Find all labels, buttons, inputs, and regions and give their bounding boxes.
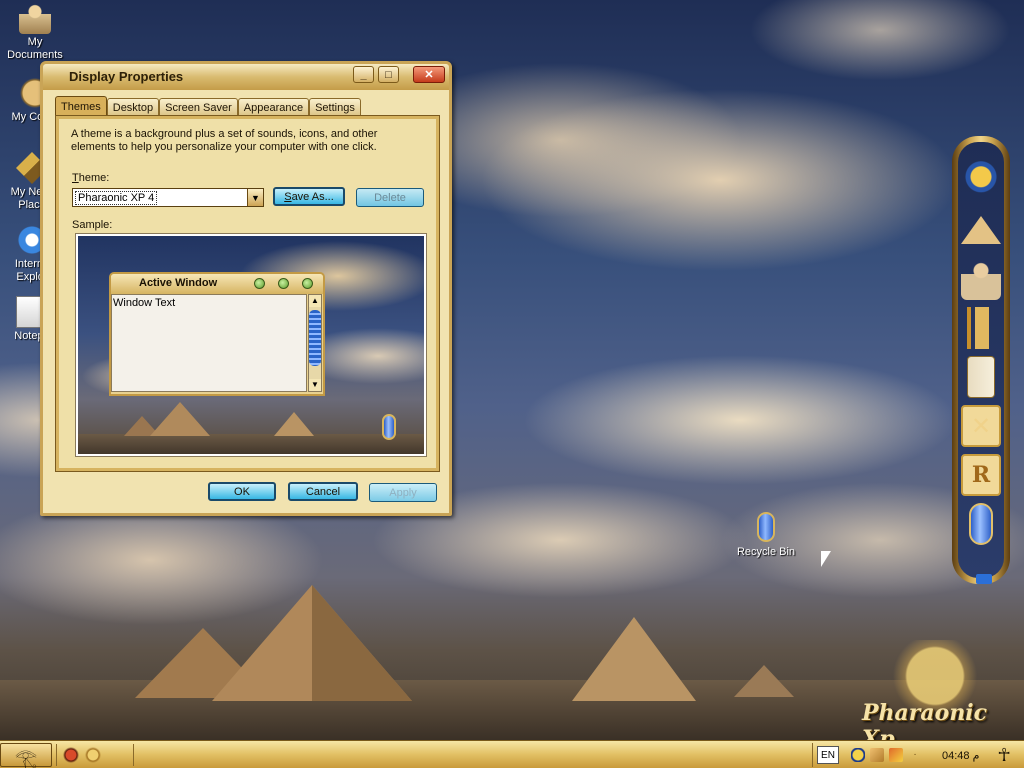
scribe-icon[interactable] bbox=[961, 258, 1001, 300]
sample-maximize-icon bbox=[278, 278, 289, 289]
tab-strip: Themes Desktop Screen Saver Appearance S… bbox=[55, 96, 361, 116]
theme-label: Theme: bbox=[72, 172, 110, 184]
save-as-button[interactable]: Save As... bbox=[273, 187, 345, 206]
display-properties-window: Display Properties _ □ ✕ Themes Desktop … bbox=[40, 61, 452, 516]
media-player-icon[interactable] bbox=[63, 747, 79, 763]
security-shield-icon[interactable] bbox=[851, 748, 865, 762]
start-button[interactable]: 𓂀 bbox=[0, 743, 52, 768]
window-title: Display Properties bbox=[69, 69, 184, 84]
pyramid-small bbox=[734, 665, 794, 697]
language-indicator[interactable]: EN bbox=[817, 746, 839, 764]
sample-window-title: Active Window bbox=[139, 277, 218, 289]
scroll-up-icon: ▲ bbox=[309, 295, 321, 307]
tab-desktop[interactable]: Desktop bbox=[106, 98, 160, 116]
sample-label: Sample: bbox=[72, 219, 113, 231]
desktop-icon-my-documents[interactable]: My Documents bbox=[0, 2, 71, 62]
run-icon[interactable]: R bbox=[961, 454, 1001, 496]
sample-ground bbox=[78, 434, 424, 454]
themes-panel: A theme is a background plus a set of so… bbox=[55, 115, 440, 472]
pyramid-right bbox=[572, 617, 696, 701]
system-tray: EN · 04:48 م ☥ bbox=[812, 743, 1024, 767]
pharaonic-quick-icon[interactable] bbox=[85, 747, 101, 763]
clock[interactable]: 04:48 م bbox=[942, 749, 979, 762]
pyramids-icon[interactable] bbox=[961, 209, 1001, 251]
sample-close-icon bbox=[302, 278, 313, 289]
torch-tray-icon[interactable] bbox=[889, 748, 903, 762]
tab-settings[interactable]: Settings bbox=[309, 98, 361, 116]
themes-description: A theme is a background plus a set of so… bbox=[71, 128, 378, 153]
ankh-icon[interactable]: ☥ bbox=[997, 745, 1010, 766]
tab-themes[interactable]: Themes bbox=[55, 96, 107, 116]
pyramid-great-shadow bbox=[312, 585, 412, 701]
sample-window-text: Window Text bbox=[111, 294, 307, 392]
desktop-icon-recycle-bin[interactable]: Recycle Bin bbox=[730, 512, 802, 558]
cartouche-recycle-bin-icon bbox=[757, 512, 775, 542]
sample-scrollbar: ▲ ▼ bbox=[308, 294, 322, 392]
folder-tray-icon[interactable] bbox=[870, 748, 884, 762]
maximize-button[interactable]: □ bbox=[378, 66, 399, 83]
theme-select-value: Pharaonic XP 4 bbox=[74, 190, 158, 205]
tutankhamun-mask-icon[interactable] bbox=[961, 160, 1001, 202]
quick-launch bbox=[56, 744, 134, 766]
delete-button: Delete bbox=[356, 188, 424, 207]
harp-icon[interactable] bbox=[961, 307, 1001, 349]
sample-active-window: Active Window Window Text ▲ ▼ bbox=[109, 272, 325, 396]
window-titlebar[interactable]: Display Properties _ □ ✕ bbox=[43, 64, 449, 90]
sample-titlebar: Active Window bbox=[111, 274, 323, 294]
tab-appearance[interactable]: Appearance bbox=[237, 98, 310, 116]
apply-button: Apply bbox=[369, 483, 437, 502]
pharaoh-figure-icon bbox=[19, 2, 51, 34]
mouse-cursor-icon bbox=[821, 551, 831, 567]
book-icon[interactable] bbox=[967, 356, 995, 398]
recycle-bin-icon[interactable] bbox=[969, 503, 993, 545]
scroll-down-icon: ▼ bbox=[309, 379, 321, 391]
desktop-icon-label: Recycle Bin bbox=[736, 546, 796, 558]
dock-base bbox=[976, 574, 992, 584]
dot-tray-icon[interactable]: · bbox=[908, 748, 922, 762]
tab-screen-saver[interactable]: Screen Saver bbox=[159, 98, 238, 116]
scroll-thumb bbox=[309, 310, 321, 366]
minimize-button[interactable]: _ bbox=[353, 66, 374, 83]
pharaonic-logo-text: Pharaonic Xp bbox=[862, 700, 988, 740]
side-dock: ✕ R bbox=[952, 136, 1010, 584]
ok-button[interactable]: OK bbox=[208, 482, 276, 501]
tools-icon[interactable]: ✕ bbox=[961, 405, 1001, 447]
desktop-icon-label: My Documents bbox=[7, 36, 63, 61]
sample-recycle-bin-icon bbox=[382, 414, 396, 440]
theme-select[interactable]: Pharaonic XP 4 ▼ bbox=[72, 188, 264, 207]
sample-minimize-icon bbox=[254, 278, 265, 289]
theme-sample-preview: Active Window Window Text ▲ ▼ bbox=[75, 233, 427, 457]
sample-pyramid-center bbox=[150, 402, 210, 436]
taskbar: 𓂀 EN · 04:48 م ☥ bbox=[0, 740, 1024, 768]
sample-pyramid-right bbox=[274, 412, 314, 436]
cancel-button[interactable]: Cancel bbox=[288, 482, 358, 501]
chevron-down-icon[interactable]: ▼ bbox=[247, 189, 263, 206]
close-button[interactable]: ✕ bbox=[413, 66, 445, 83]
